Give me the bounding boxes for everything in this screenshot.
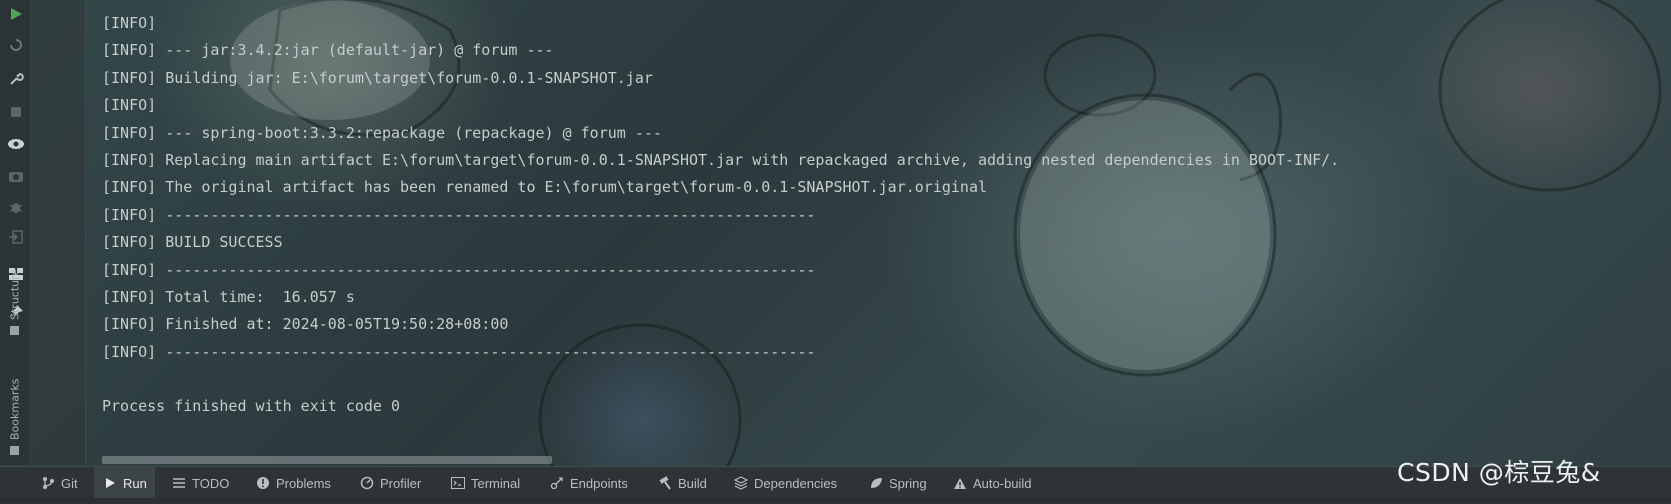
git-icon xyxy=(40,476,55,491)
run-console-output[interactable]: [INFO] [INFO] --- jar:3.4.2:jar (default… xyxy=(102,10,1671,421)
console-line: [INFO] ---------------------------------… xyxy=(102,260,816,279)
tab-git[interactable]: Git xyxy=(32,467,86,499)
console-line: [INFO] Replacing main artifact E:\forum\… xyxy=(102,150,1340,169)
tab-build-label: Build xyxy=(678,475,707,491)
tab-dependencies-label: Dependencies xyxy=(754,475,838,491)
spring-icon xyxy=(868,476,883,491)
console-line: [INFO] xyxy=(102,14,157,32)
tab-auto-build[interactable]: Auto-build xyxy=(944,467,1040,499)
problems-icon xyxy=(255,476,270,491)
console-line: [INFO] ---------------------------------… xyxy=(102,342,816,361)
endpoints-icon xyxy=(549,476,564,491)
console-line-exit-code: Process finished with exit code 0 xyxy=(102,397,401,416)
warning-icon xyxy=(952,476,967,491)
watermark-text: CSDN @棕豆兔& xyxy=(1397,458,1601,487)
tab-git-label: Git xyxy=(61,475,78,491)
horizontal-scrollbar[interactable] xyxy=(102,456,552,464)
bookmark-icon xyxy=(10,446,20,455)
tab-spring[interactable]: Spring xyxy=(860,467,935,499)
dependencies-icon xyxy=(733,476,748,491)
console-line: [INFO] ---------------------------------… xyxy=(102,205,816,224)
tab-build[interactable]: Build xyxy=(649,467,715,499)
console-line: [INFO] xyxy=(102,96,157,115)
console-gutter xyxy=(31,0,86,465)
console-line: [INFO] --- jar:3.4.2:jar (default-jar) @… xyxy=(102,41,554,60)
run-icon xyxy=(102,476,117,491)
camera-icon[interactable] xyxy=(7,167,24,184)
structure-label: Structure xyxy=(8,268,22,320)
console-line: [INFO] BUILD SUCCESS xyxy=(102,233,283,252)
tab-dependencies[interactable]: Dependencies xyxy=(725,467,845,499)
status-bar xyxy=(0,498,1671,503)
tab-terminal[interactable]: Terminal xyxy=(442,467,528,499)
bookmarks-tab[interactable]: Bookmarks xyxy=(4,360,26,455)
structure-icon xyxy=(10,326,20,335)
profiler-icon xyxy=(359,476,374,491)
tab-profiler-label: Profiler xyxy=(380,475,422,491)
tab-todo-label: TODO xyxy=(192,475,230,491)
debug-icon[interactable] xyxy=(7,198,24,215)
run-icon[interactable] xyxy=(7,5,24,22)
console-line: [INFO] --- spring-boot:3.3.2:repackage (… xyxy=(102,123,662,142)
terminal-icon xyxy=(450,476,465,491)
tab-problems[interactable]: Problems xyxy=(247,467,339,499)
structure-tab[interactable]: Structure xyxy=(4,255,26,335)
tab-auto-build-label: Auto-build xyxy=(973,475,1032,491)
tab-profiler[interactable]: Profiler xyxy=(351,467,429,499)
tab-run[interactable]: Run xyxy=(94,467,155,499)
exit-icon[interactable] xyxy=(7,228,24,245)
hammer-icon xyxy=(657,476,672,491)
console-line: [INFO] The original artifact has been re… xyxy=(102,178,988,197)
tab-todo[interactable]: TODO xyxy=(163,467,237,499)
rerun-icon[interactable] xyxy=(7,36,24,53)
console-line: [INFO] Finished at: 2024-08-05T19:50:28+… xyxy=(102,315,509,334)
stop-icon[interactable] xyxy=(7,103,24,120)
tab-spring-label: Spring xyxy=(889,475,927,491)
eye-icon[interactable] xyxy=(7,135,24,152)
wrench-icon[interactable] xyxy=(7,70,24,87)
console-line: [INFO] Building jar: E:\forum\target\for… xyxy=(102,68,653,87)
bookmarks-label: Bookmarks xyxy=(8,378,22,440)
console-line: [INFO] Total time: 16.057 s xyxy=(102,287,355,306)
todo-icon xyxy=(171,476,186,491)
tab-run-label: Run xyxy=(123,475,147,491)
left-tool-strip: Structure Bookmarks xyxy=(0,0,31,465)
tab-terminal-label: Terminal xyxy=(471,475,521,491)
tab-endpoints[interactable]: Endpoints xyxy=(541,467,636,499)
tab-endpoints-label: Endpoints xyxy=(570,475,628,491)
tab-problems-label: Problems xyxy=(276,475,331,491)
